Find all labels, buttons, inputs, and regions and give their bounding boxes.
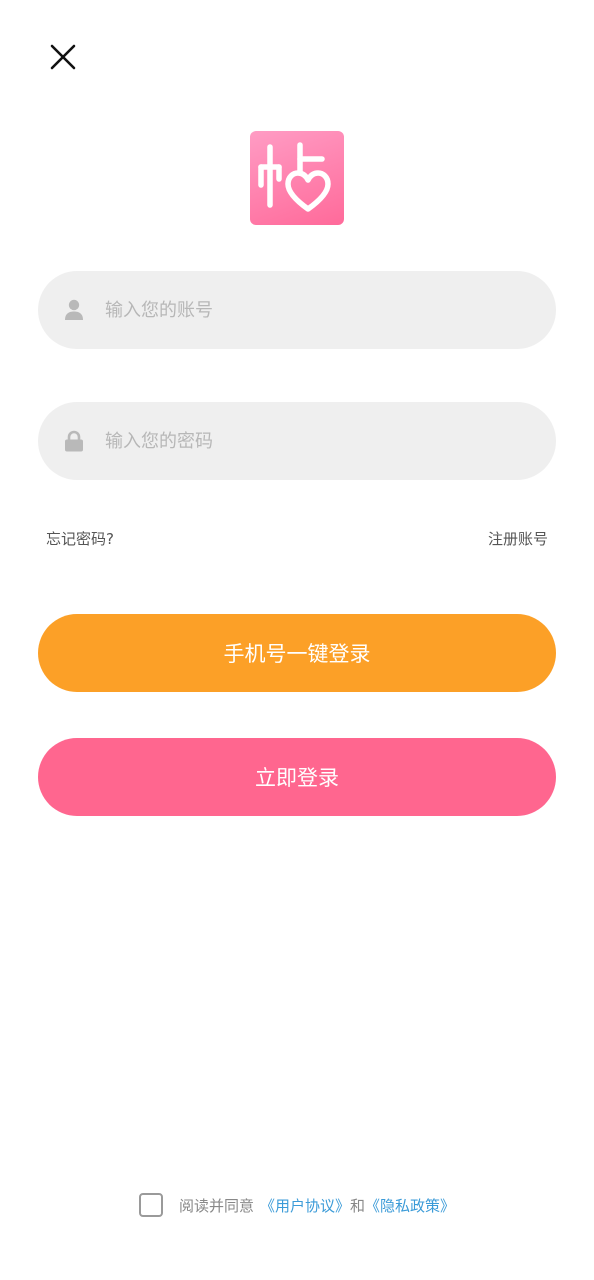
- agreement-row: 阅读并同意 《用户协议》 和 《隐私政策》: [0, 1193, 594, 1217]
- login-label: 立即登录: [255, 766, 339, 790]
- phone-login-label: 手机号一键登录: [223, 642, 371, 666]
- login-button[interactable]: 立即登录: [38, 738, 556, 816]
- close-button[interactable]: [44, 38, 82, 76]
- lock-icon: [64, 429, 84, 453]
- account-field[interactable]: [38, 271, 556, 349]
- agreement-conjunction: 和: [350, 1196, 366, 1215]
- app-logo: [250, 131, 344, 225]
- user-agreement-link[interactable]: 《用户协议》: [260, 1195, 350, 1216]
- password-field[interactable]: [38, 402, 556, 480]
- agreement-checkbox[interactable]: [138, 1193, 163, 1217]
- user-icon: [64, 298, 84, 322]
- forgot-password-link[interactable]: 忘记密码?: [46, 528, 114, 549]
- privacy-policy-link[interactable]: 《隐私政策》: [365, 1195, 455, 1216]
- logo-mark: [258, 142, 331, 212]
- close-icon: [50, 44, 76, 70]
- phone-login-button[interactable]: 手机号一键登录: [38, 614, 556, 692]
- password-input[interactable]: [103, 420, 527, 462]
- agreement-prefix: 阅读并同意: [178, 1196, 254, 1215]
- account-input[interactable]: [103, 289, 527, 331]
- register-link[interactable]: 注册账号: [488, 528, 548, 549]
